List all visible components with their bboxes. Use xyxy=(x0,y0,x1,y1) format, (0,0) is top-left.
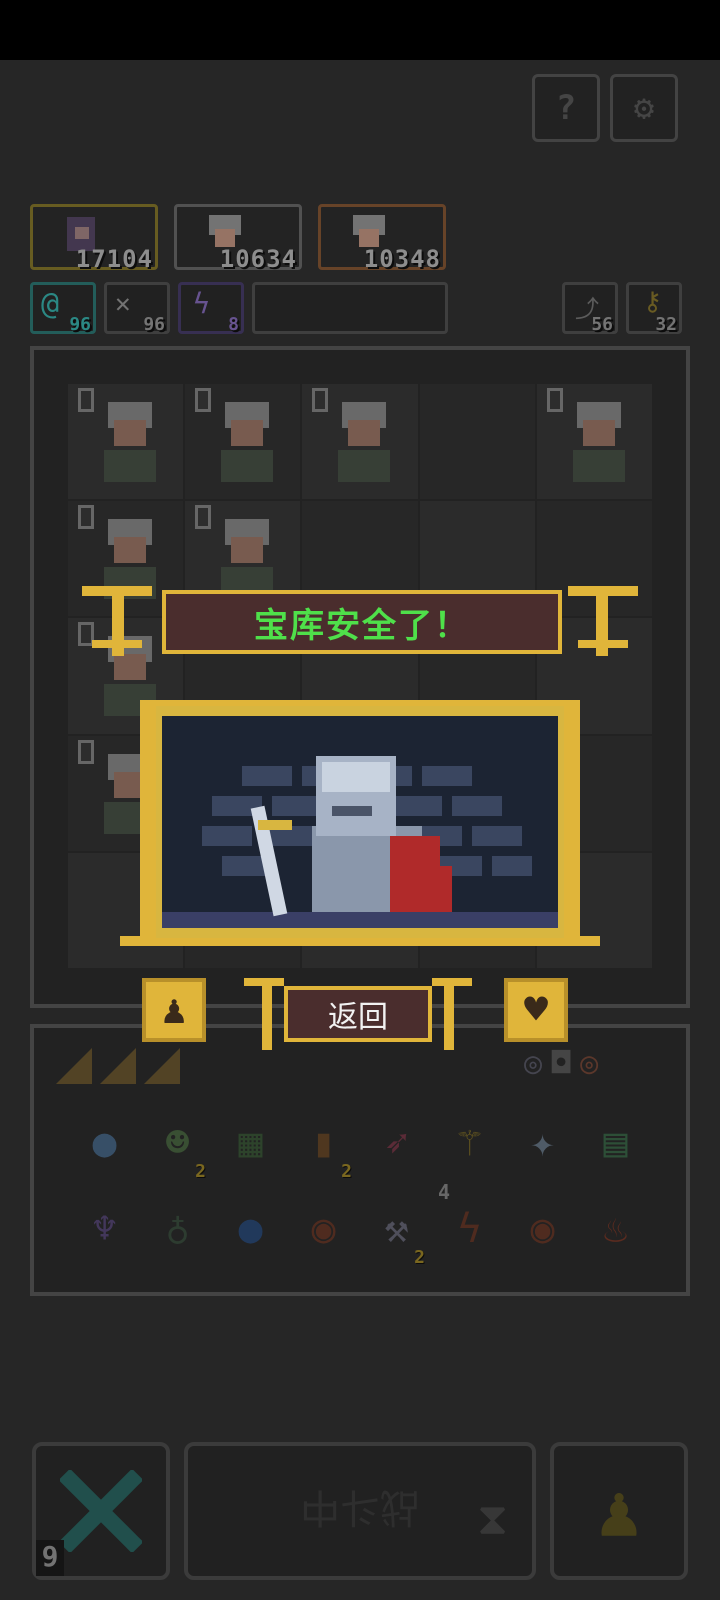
armor-icon[interactable]: ◘ xyxy=(552,1046,570,1086)
inventory-item[interactable]: ♨ xyxy=(583,1190,648,1268)
inventory-item[interactable]: ➶ xyxy=(364,1104,429,1182)
return-post-left xyxy=(244,978,284,1050)
hero-unit-icon xyxy=(338,402,391,482)
fire-book-icon: ♨ xyxy=(603,1206,628,1252)
ring-icon[interactable]: ◎ xyxy=(524,1046,542,1086)
close-icon xyxy=(60,1470,142,1552)
inventory-item[interactable]: ● xyxy=(72,1104,137,1182)
hero-unit-icon xyxy=(572,402,625,482)
modal-title-banner: 宝库安全了！ xyxy=(162,590,562,654)
equipment-rings: ◎ ◘ ◎ xyxy=(524,1046,664,1086)
inventory-item[interactable]: ▮ 2 xyxy=(291,1104,356,1182)
favorite-button[interactable]: ♥ xyxy=(504,978,568,1042)
pawn-icon: ♟ xyxy=(597,1469,641,1553)
inventory-item[interactable]: ♆ xyxy=(72,1190,137,1268)
board-cell[interactable] xyxy=(68,384,184,500)
lightning-icon: ϟ xyxy=(193,287,210,320)
party-score: 10634 xyxy=(219,245,297,273)
help-button[interactable]: ? xyxy=(532,74,600,142)
inventory-item[interactable]: ◉ xyxy=(510,1190,575,1268)
axe-icon: ⚒ xyxy=(384,1206,409,1252)
rank-button[interactable]: ♟ xyxy=(142,978,206,1042)
inventory-item[interactable]: ☻ 2 xyxy=(145,1104,210,1182)
arrow-icon: ➶ xyxy=(384,1120,409,1166)
settings-button[interactable]: ⚙ xyxy=(610,74,678,142)
inventory-item[interactable]: ● xyxy=(218,1190,283,1268)
banner-post-left xyxy=(82,586,152,656)
bird-icon: ✕ xyxy=(115,289,131,319)
item-quantity: 2 xyxy=(414,1247,425,1268)
shuriken-icon: ✦ xyxy=(530,1120,555,1166)
inventory-item[interactable]: ◉ xyxy=(291,1190,356,1268)
resource-at: @ 96 xyxy=(30,282,96,335)
party-score: 10348 xyxy=(363,245,441,273)
scene-left-post xyxy=(140,700,156,946)
battle-button[interactable]: 战斗中 ⧗ xyxy=(184,1442,536,1580)
gear-icon: ⚙ xyxy=(633,88,655,128)
resource-bird: ✕ 96 xyxy=(104,282,170,335)
resource-lightning: ϟ 8 xyxy=(178,282,244,335)
status-bar xyxy=(0,0,720,60)
party-member-1[interactable]: 17104 xyxy=(30,204,158,273)
return-button[interactable]: 返回 xyxy=(284,986,432,1042)
inventory-item[interactable]: ⚚ xyxy=(437,1104,502,1182)
goblin-icon: ☻ xyxy=(165,1120,190,1166)
scene-right-post xyxy=(564,700,580,946)
item-quantity: 2 xyxy=(195,1161,206,1182)
board-cell[interactable] xyxy=(536,384,652,500)
question-icon: ? xyxy=(555,88,577,128)
map-icon: ▦ xyxy=(238,1120,263,1166)
inventory-item[interactable]: ✦ xyxy=(510,1104,575,1182)
hero-unit-icon xyxy=(104,402,156,482)
tab-icon[interactable] xyxy=(100,1048,136,1084)
hero-button[interactable]: ♟ xyxy=(550,1442,688,1580)
party-member-3[interactable]: 10348 xyxy=(318,204,446,273)
key-icon: ⚷ xyxy=(643,287,663,317)
board-cell[interactable] xyxy=(419,384,535,500)
stack-count: 4 xyxy=(438,1180,451,1204)
potion-jar-icon: ▮ xyxy=(311,1120,336,1166)
turn-counter: 9 xyxy=(36,1540,64,1576)
hero-unit-icon xyxy=(221,402,274,482)
wand-icon: ⚚ xyxy=(457,1120,482,1166)
battle-label: 战斗中 xyxy=(300,1484,420,1530)
heart-icon: ♥ xyxy=(523,987,549,1033)
inventory-item[interactable]: ♁ xyxy=(145,1190,210,1268)
board-cell[interactable] xyxy=(302,384,418,500)
inventory-item[interactable]: ⚒ 2 xyxy=(364,1190,429,1268)
hourglass-icon: ⧗ xyxy=(477,1494,508,1545)
bomb-icon: ● xyxy=(92,1120,117,1166)
victory-scene xyxy=(152,706,568,938)
party-member-2[interactable]: 10634 xyxy=(174,204,302,273)
inventory-item[interactable]: ▤ xyxy=(583,1104,648,1182)
inventory-tabs xyxy=(56,1048,196,1086)
blue-orb-icon: ◉ xyxy=(311,1206,336,1252)
return-label: 返回 xyxy=(328,1000,388,1035)
counter-arrow[interactable]: ⤴ 56 xyxy=(562,282,618,335)
resource-empty-slot xyxy=(252,282,448,334)
tab-icon[interactable] xyxy=(56,1048,92,1084)
party-score: 17104 xyxy=(75,245,153,273)
item-quantity: 2 xyxy=(341,1161,352,1182)
droplet-icon: ● xyxy=(238,1206,263,1252)
return-post-right xyxy=(432,978,472,1050)
counter-key[interactable]: ⚷ 32 xyxy=(626,282,682,335)
bag-icon: ♁ xyxy=(165,1206,190,1252)
bat-icon: ♆ xyxy=(92,1206,117,1252)
scroll-icon: ▤ xyxy=(603,1120,628,1166)
ring-icon[interactable]: ◎ xyxy=(580,1046,598,1086)
banner-post-right xyxy=(568,586,638,656)
inventory-item[interactable]: ▦ xyxy=(218,1104,283,1182)
water-book-icon: ◉ xyxy=(530,1206,555,1252)
modal-title: 宝库安全了！ xyxy=(254,605,470,646)
tab-icon[interactable] xyxy=(144,1048,180,1084)
board-cell[interactable] xyxy=(185,384,301,500)
cancel-button[interactable]: 9 xyxy=(32,1442,170,1580)
at-icon: @ xyxy=(41,287,60,322)
pawn-icon: ♟ xyxy=(161,987,187,1033)
scene-image xyxy=(162,716,558,928)
inventory-grid: ● ☻ 2 ▦ ▮ 2 ➶ ⚚ ✦ ▤ ♆ ♁ ● ◉ ⚒ 2 ϟ ◉ ♨ xyxy=(72,1104,648,1268)
knight-illustration xyxy=(162,716,558,928)
lightning-book-icon: ϟ xyxy=(457,1206,482,1252)
